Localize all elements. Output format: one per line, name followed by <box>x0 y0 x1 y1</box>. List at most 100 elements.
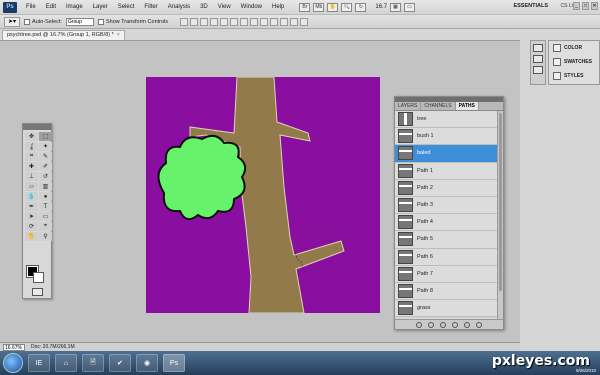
make-work-path-icon[interactable] <box>452 321 458 328</box>
taskbar-firefox[interactable]: 🗎 <box>82 354 104 372</box>
menu-help[interactable]: Help <box>267 0 289 15</box>
system-date[interactable]: 9/26/2010 <box>576 368 596 373</box>
pen-tool-icon[interactable]: ✒ <box>25 202 38 211</box>
dock-item-swatches[interactable]: SWATCHES <box>549 55 599 69</box>
brush-tool-icon[interactable]: ✐ <box>39 162 52 171</box>
menu-view[interactable]: View <box>213 0 236 15</box>
minimize-button[interactable]: _ <box>573 2 580 10</box>
menu-edit[interactable]: Edit <box>41 0 61 15</box>
bridge-icon[interactable]: Br <box>299 2 311 12</box>
tab-layers[interactable]: LAYERS <box>395 102 422 110</box>
path-row-path-1[interactable]: Path 1 <box>395 162 499 180</box>
eyedropper-tool-icon[interactable]: ✎ <box>39 152 52 161</box>
taskbar-internet-explorer[interactable]: IE <box>28 354 50 372</box>
actions-panel-icon[interactable] <box>533 55 543 63</box>
type-tool-icon[interactable]: T <box>39 202 52 211</box>
taskbar-photoshop[interactable]: Ps <box>163 354 185 372</box>
scrollbar-thumb[interactable] <box>499 113 502 291</box>
rotate-view-icon[interactable]: ↻ <box>355 2 367 12</box>
transform-controls-option[interactable]: Show Transform Controls <box>97 18 168 25</box>
path-row-grass[interactable]: grass <box>395 300 499 318</box>
align-left-icon[interactable] <box>210 17 219 26</box>
blur-tool-icon[interactable]: 💧 <box>25 192 38 201</box>
distribute-top-icon[interactable] <box>240 17 249 26</box>
tab-paths[interactable]: PATHS <box>455 102 479 110</box>
auto-select-checkbox[interactable] <box>24 18 30 25</box>
magic-wand-tool-icon[interactable]: ✦ <box>39 142 52 151</box>
auto-select-option[interactable]: Auto-Select: <box>24 18 62 25</box>
zoom-level[interactable]: 16.7 <box>375 4 387 10</box>
fill-path-icon[interactable] <box>416 321 422 328</box>
dock-item-styles[interactable]: STYLES <box>549 69 599 83</box>
crop-tool-icon[interactable]: ⌗ <box>25 152 38 161</box>
marquee-tool-icon[interactable]: ⬚ <box>39 132 52 141</box>
path-row-tree[interactable]: tree <box>395 111 499 129</box>
quick-mask-icon[interactable] <box>32 288 43 296</box>
hand-icon[interactable]: ✋ <box>327 2 339 12</box>
taskbar-app[interactable]: ◉ <box>136 354 158 372</box>
path-row-bush-1[interactable]: bush 1 <box>395 128 499 146</box>
workspace-switcher[interactable]: ESSENTIALS <box>513 3 548 9</box>
document-tab[interactable]: psychtree.psd @ 16.7% (Group 1, RGB/8) *… <box>2 30 125 40</box>
path-row-path-2[interactable]: Path 2 <box>395 179 499 197</box>
menu-window[interactable]: Window <box>236 0 267 15</box>
path-selection-tool-icon[interactable]: ➤ <box>25 212 38 221</box>
menu-3d[interactable]: 3D <box>195 0 213 15</box>
align-hcenter-icon[interactable] <box>220 17 229 26</box>
3d-camera-tool-icon[interactable]: ⌖ <box>39 222 52 231</box>
menu-select[interactable]: Select <box>113 0 140 15</box>
shape-tool-icon[interactable]: ▭ <box>39 212 52 221</box>
load-selection-icon[interactable] <box>440 321 446 328</box>
auto-select-dropdown[interactable]: Group <box>65 17 94 26</box>
path-row-baled[interactable]: baled <box>395 145 499 163</box>
hand-tool-icon[interactable]: ✋ <box>25 232 38 241</box>
distribute-vcenter-icon[interactable] <box>250 17 259 26</box>
delete-path-icon[interactable] <box>476 321 482 328</box>
history-brush-tool-icon[interactable]: ↺ <box>39 172 52 181</box>
menu-file[interactable]: File <box>21 0 41 15</box>
path-row-path-7[interactable]: Path 7 <box>395 265 499 283</box>
close-document-icon[interactable]: × <box>117 32 120 38</box>
auto-align-icon[interactable] <box>300 17 309 26</box>
eraser-tool-icon[interactable]: ▱ <box>25 182 38 191</box>
screen-mode-icon[interactable]: ▭ <box>404 2 416 12</box>
3d-rotate-tool-icon[interactable]: ⟳ <box>25 222 38 231</box>
paths-scrollbar[interactable] <box>497 111 503 319</box>
start-button[interactable] <box>3 353 23 373</box>
path-row-path-6[interactable]: Path 6 <box>395 248 499 266</box>
mini-bridge-icon[interactable]: Mb <box>313 2 325 12</box>
distribute-right-icon[interactable] <box>290 17 299 26</box>
stroke-path-icon[interactable] <box>428 321 434 328</box>
background-color-swatch[interactable] <box>33 272 44 283</box>
properties-panel-icon[interactable] <box>533 66 543 74</box>
move-tool-icon[interactable]: ✥ <box>25 132 38 141</box>
transform-controls-checkbox[interactable] <box>97 18 104 25</box>
align-vcenter-icon[interactable] <box>190 17 199 26</box>
dock-item-color[interactable]: COLOR <box>549 41 599 55</box>
menu-layer[interactable]: Layer <box>88 0 113 15</box>
maximize-button[interactable]: □ <box>582 2 589 10</box>
lasso-tool-icon[interactable]: ʆ <box>25 142 38 151</box>
taskbar-explorer[interactable]: ⌂ <box>55 354 77 372</box>
zoom-tool-icon[interactable]: ⚲ <box>39 232 52 241</box>
distribute-bottom-icon[interactable] <box>260 17 269 26</box>
dodge-tool-icon[interactable]: ● <box>39 192 52 201</box>
gradient-tool-icon[interactable]: ▥ <box>39 182 52 191</box>
path-row-path-3[interactable]: Path 3 <box>395 196 499 215</box>
distribute-left-icon[interactable] <box>270 17 279 26</box>
distribute-hcenter-icon[interactable] <box>280 17 289 26</box>
move-tool-preset-icon[interactable]: ➤▾ <box>4 16 20 27</box>
zoom-field[interactable]: 16.67% <box>3 343 25 351</box>
align-top-icon[interactable] <box>180 17 189 26</box>
image-canvas[interactable] <box>146 77 380 313</box>
stamp-tool-icon[interactable]: ⊥ <box>25 172 38 181</box>
path-row-path-5[interactable]: Path 5 <box>395 231 499 249</box>
menu-analysis[interactable]: Analysis <box>163 0 195 15</box>
zoom-icon[interactable]: 🔍 <box>341 2 353 12</box>
tab-channels[interactable]: CHANNELS <box>421 102 456 110</box>
align-right-icon[interactable] <box>230 17 239 26</box>
menu-image[interactable]: Image <box>61 0 88 15</box>
align-bottom-icon[interactable] <box>200 17 209 26</box>
history-panel-icon[interactable] <box>533 44 543 52</box>
path-row-path-4[interactable]: Path 4 <box>395 214 499 232</box>
